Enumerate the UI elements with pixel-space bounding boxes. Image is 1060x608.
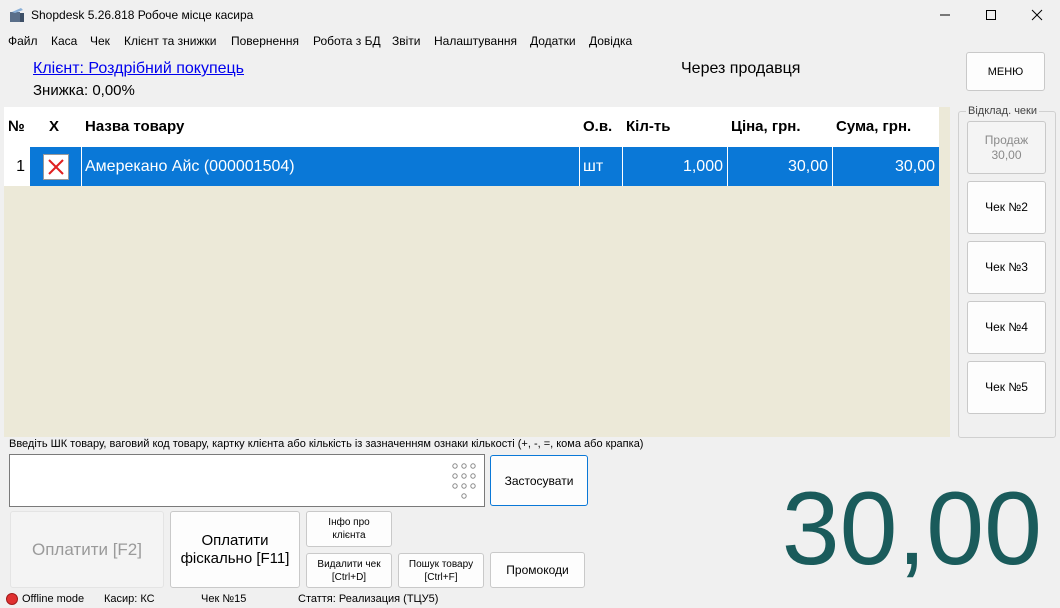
close-icon <box>1031 9 1043 21</box>
total-amount: 30,00 <box>781 471 1042 587</box>
pay-fiscal-line2: фіскально [F11] <box>180 549 290 567</box>
row-price: 30,00 <box>728 147 833 186</box>
row-sum: 30,00 <box>833 147 939 186</box>
column-header-name: Назва товару <box>85 118 185 135</box>
minimize-button[interactable] <box>922 0 968 30</box>
keypad-icon[interactable] <box>450 461 478 501</box>
column-header-unit: О.в. <box>583 118 613 135</box>
client-link[interactable]: Клієнт: Роздрібний покупець <box>33 60 244 78</box>
menu-addons[interactable]: Додатки <box>530 34 576 48</box>
sale-mode-label: Через продавця <box>681 60 801 77</box>
client-info-button[interactable]: Інфо про клієнта <box>306 511 392 547</box>
maximize-button[interactable] <box>968 0 1014 30</box>
promo-codes-button[interactable]: Промокоди <box>490 552 585 588</box>
column-header-qty: Кіл-ть <box>626 118 671 135</box>
menu-file[interactable]: Файл <box>8 34 38 48</box>
held-check-3[interactable]: Чек №3 <box>967 241 1046 294</box>
held-checks-label: Відклад. чеки <box>966 105 1040 117</box>
table-header: № Х Назва товару О.в. Кіл-ть Ціна, грн. … <box>4 107 939 147</box>
column-header-num: № <box>8 118 25 135</box>
search-product-button[interactable]: Пошук товару [Ctrl+F] <box>398 553 484 588</box>
delete-check-line2: [Ctrl+D] <box>331 571 367 583</box>
menu-database[interactable]: Робота з БД <box>313 34 381 48</box>
pay-button[interactable]: Оплатити [F2] <box>10 511 164 588</box>
held-check-current-amount: 30,00 <box>991 147 1022 162</box>
row-num: 1 <box>4 147 30 186</box>
row-unit: шт <box>580 147 623 186</box>
menu-cash[interactable]: Каса <box>51 34 77 48</box>
held-check-3-label: Чек №3 <box>985 260 1028 274</box>
search-product-line1: Пошук товару <box>408 558 474 570</box>
held-check-5[interactable]: Чек №5 <box>967 361 1046 414</box>
column-header-sum: Сума, грн. <box>836 118 912 135</box>
client-info-line2: клієнта <box>332 530 366 541</box>
menu-returns[interactable]: Повернення <box>231 34 299 48</box>
status-cashier: Касир: КС <box>104 593 155 605</box>
delete-check-button[interactable]: Видалити чек [Ctrl+D] <box>306 553 392 588</box>
menu-client-discounts[interactable]: Клієнт та знижки <box>124 34 216 48</box>
items-table: № Х Назва товару О.в. Кіл-ть Ціна, грн. … <box>4 107 950 437</box>
apply-button[interactable]: Застосувати <box>490 455 588 506</box>
table-row[interactable]: 1 Амерекано Айс (000001504) шт 1,000 30,… <box>4 147 939 186</box>
delete-row-button[interactable] <box>42 153 69 180</box>
row-qty: 1,000 <box>623 147 728 186</box>
held-check-4-label: Чек №4 <box>985 320 1028 334</box>
held-check-5-label: Чек №5 <box>985 380 1028 394</box>
held-check-2-label: Чек №2 <box>985 200 1028 214</box>
menu-button[interactable]: МЕНЮ <box>966 52 1045 91</box>
delete-x-icon <box>47 158 64 175</box>
discount-label: Знижка: 0,00% <box>33 82 135 99</box>
minimize-icon <box>940 14 950 16</box>
maximize-icon <box>986 10 996 20</box>
status-bar: Offline mode Касир: КС Чек №15 Стаття: Р… <box>0 590 1060 608</box>
menu-settings[interactable]: Налаштування <box>434 34 517 48</box>
close-button[interactable] <box>1014 0 1060 30</box>
status-check: Чек №15 <box>201 593 247 605</box>
delete-check-line1: Видалити чек <box>317 558 381 570</box>
held-check-current[interactable]: Продаж 30,00 <box>967 121 1046 174</box>
column-header-price: Ціна, грн. <box>731 118 801 135</box>
status-article: Стаття: Реализация (ТЦУ5) <box>298 593 439 605</box>
menu-reports[interactable]: Звіти <box>392 34 421 48</box>
menu-help[interactable]: Довідка <box>589 34 632 48</box>
barcode-input-box <box>9 454 485 507</box>
window-title: Shopdesk 5.26.818 Робоче місце касира <box>31 8 254 22</box>
held-check-4[interactable]: Чек №4 <box>967 301 1046 354</box>
app-icon <box>10 8 24 22</box>
held-check-current-title: Продаж <box>984 132 1029 147</box>
title-bar: Shopdesk 5.26.818 Робоче місце касира <box>0 0 1060 30</box>
row-name: Амерекано Айс (000001504) <box>82 147 580 186</box>
barcode-input[interactable] <box>10 455 440 506</box>
pay-fiscal-button[interactable]: Оплатити фіскально [F11] <box>170 511 300 588</box>
search-product-line2: [Ctrl+F] <box>424 571 458 583</box>
status-mode: Offline mode <box>22 593 85 605</box>
barcode-hint: Введіть ШК товару, ваговий код товару, к… <box>9 438 644 450</box>
menu-check[interactable]: Чек <box>90 34 110 48</box>
held-check-2[interactable]: Чек №2 <box>967 181 1046 234</box>
client-info-line1: Інфо про <box>328 517 370 528</box>
column-header-delete: Х <box>49 118 60 135</box>
row-delete-cell <box>30 147 82 186</box>
pay-fiscal-line1: Оплатити <box>201 531 269 549</box>
status-dot-icon <box>6 593 18 605</box>
cashier-window: Shopdesk 5.26.818 Робоче місце касира Фа… <box>0 0 1060 608</box>
menu-bar: Файл Каса Чек Клієнт та знижки Поверненн… <box>0 31 1060 51</box>
